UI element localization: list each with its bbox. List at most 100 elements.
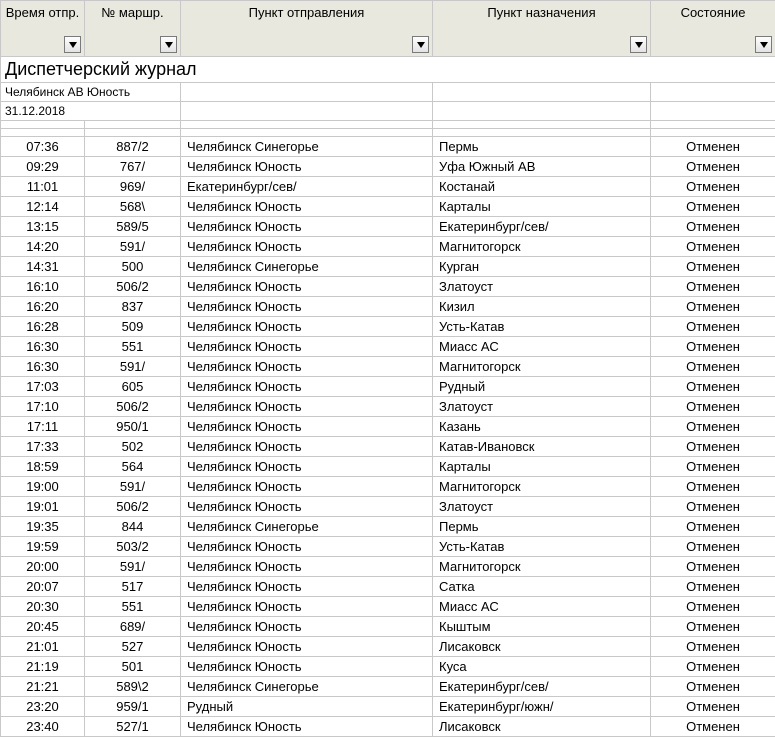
cell-time: 17:33: [1, 437, 85, 457]
cell-status: Отменен: [651, 197, 775, 217]
cell-destination: Миасс АС: [433, 597, 651, 617]
filter-departure-button[interactable]: [412, 36, 429, 53]
cell-status: Отменен: [651, 517, 775, 537]
cell-route: 591/: [85, 357, 181, 377]
cell-destination: Екатеринбург/южн/: [433, 697, 651, 717]
cell-destination: Уфа Южный АВ: [433, 157, 651, 177]
cell-status: Отменен: [651, 697, 775, 717]
table-row: 16:20837Челябинск ЮностьКизилОтменен: [1, 297, 775, 317]
cell-destination: Катав-Ивановск: [433, 437, 651, 457]
cell-time: 07:36: [1, 137, 85, 157]
table-row: 19:59503/2Челябинск ЮностьУсть-КатавОтме…: [1, 537, 775, 557]
cell-status: Отменен: [651, 357, 775, 377]
cell-route: 887/2: [85, 137, 181, 157]
cell-route: 689/: [85, 617, 181, 637]
cell-status: Отменен: [651, 617, 775, 637]
cell-departure: Челябинск Синегорье: [181, 677, 433, 697]
table-row: 17:10506/2Челябинск ЮностьЗлатоустОтмене…: [1, 397, 775, 417]
station-label: Челябинск АВ Юность: [1, 83, 181, 102]
table-row: 20:45689/Челябинск ЮностьКыштымОтменен: [1, 617, 775, 637]
cell-route: 506/2: [85, 277, 181, 297]
cell-status: Отменен: [651, 397, 775, 417]
cell-destination: Лисаковск: [433, 637, 651, 657]
cell-time: 21:01: [1, 637, 85, 657]
chevron-down-icon: [165, 42, 173, 48]
cell-departure: Челябинск Юность: [181, 197, 433, 217]
table-row: 18:59564Челябинск ЮностьКарталыОтменен: [1, 457, 775, 477]
table-row: 16:10506/2Челябинск ЮностьЗлатоустОтмене…: [1, 277, 775, 297]
cell-time: 19:35: [1, 517, 85, 537]
col-header-departure-label: Пункт отправления: [249, 5, 365, 20]
cell-departure: Челябинск Юность: [181, 337, 433, 357]
filter-route-button[interactable]: [160, 36, 177, 53]
cell-status: Отменен: [651, 157, 775, 177]
cell-time: 16:30: [1, 337, 85, 357]
cell-time: 14:20: [1, 237, 85, 257]
cell-destination: Магнитогорск: [433, 357, 651, 377]
cell-status: Отменен: [651, 537, 775, 557]
cell-destination: Пермь: [433, 517, 651, 537]
cell-status: Отменен: [651, 377, 775, 397]
cell-route: 589/5: [85, 217, 181, 237]
table-row: 16:30591/Челябинск ЮностьМагнитогорскОтм…: [1, 357, 775, 377]
cell-destination: Магнитогорск: [433, 237, 651, 257]
cell-time: 12:14: [1, 197, 85, 217]
col-header-status[interactable]: Состояние: [651, 1, 775, 57]
cell-departure: Челябинск Юность: [181, 457, 433, 477]
col-header-destination[interactable]: Пункт назначения: [433, 1, 651, 57]
cell-time: 14:31: [1, 257, 85, 277]
cell-departure: Челябинск Юность: [181, 397, 433, 417]
cell-time: 21:21: [1, 677, 85, 697]
cell-departure: Челябинск Юность: [181, 317, 433, 337]
table-row: 19:00591/Челябинск ЮностьМагнитогорскОтм…: [1, 477, 775, 497]
cell-departure: Рудный: [181, 697, 433, 717]
cell-departure: Челябинск Юность: [181, 477, 433, 497]
col-header-departure[interactable]: Пункт отправления: [181, 1, 433, 57]
cell-time: 18:59: [1, 457, 85, 477]
cell-route: 591/: [85, 477, 181, 497]
chevron-down-icon: [760, 42, 768, 48]
cell-route: 503/2: [85, 537, 181, 557]
cell-status: Отменен: [651, 217, 775, 237]
col-header-status-label: Состояние: [681, 5, 746, 20]
cell-route: 501: [85, 657, 181, 677]
chevron-down-icon: [635, 42, 643, 48]
cell-status: Отменен: [651, 577, 775, 597]
chevron-down-icon: [417, 42, 425, 48]
cell-time: 21:19: [1, 657, 85, 677]
cell-destination: Златоуст: [433, 277, 651, 297]
cell-departure: Челябинск Юность: [181, 417, 433, 437]
page-title: Диспетчерский журнал: [1, 57, 775, 83]
cell-destination: Кыштым: [433, 617, 651, 637]
cell-departure: Челябинск Юность: [181, 357, 433, 377]
cell-time: 20:30: [1, 597, 85, 617]
cell-status: Отменен: [651, 277, 775, 297]
cell-route: 568\: [85, 197, 181, 217]
filter-status-button[interactable]: [755, 36, 772, 53]
col-header-time-label: Время отпр.: [6, 5, 80, 20]
cell-status: Отменен: [651, 637, 775, 657]
cell-status: Отменен: [651, 597, 775, 617]
filter-time-button[interactable]: [64, 36, 81, 53]
cell-destination: Лисаковск: [433, 717, 651, 737]
cell-route: 589\2: [85, 677, 181, 697]
cell-route: 959/1: [85, 697, 181, 717]
table-row: 16:28509Челябинск ЮностьУсть-КатавОтмене…: [1, 317, 775, 337]
table-row: 17:03605Челябинск ЮностьРудныйОтменен: [1, 377, 775, 397]
cell-time: 17:11: [1, 417, 85, 437]
cell-status: Отменен: [651, 497, 775, 517]
cell-destination: Карталы: [433, 457, 651, 477]
cell-route: 502: [85, 437, 181, 457]
table-row: 14:31500Челябинск СинегорьеКурганОтменен: [1, 257, 775, 277]
col-header-route[interactable]: № маршр.: [85, 1, 181, 57]
cell-destination: Карталы: [433, 197, 651, 217]
cell-route: 837: [85, 297, 181, 317]
cell-time: 17:03: [1, 377, 85, 397]
cell-departure: Челябинск Юность: [181, 717, 433, 737]
table-row: 20:07517Челябинск ЮностьСаткаОтменен: [1, 577, 775, 597]
cell-time: 19:00: [1, 477, 85, 497]
cell-destination: Миасс АС: [433, 337, 651, 357]
filter-destination-button[interactable]: [630, 36, 647, 53]
col-header-time[interactable]: Время отпр.: [1, 1, 85, 57]
cell-route: 527: [85, 637, 181, 657]
